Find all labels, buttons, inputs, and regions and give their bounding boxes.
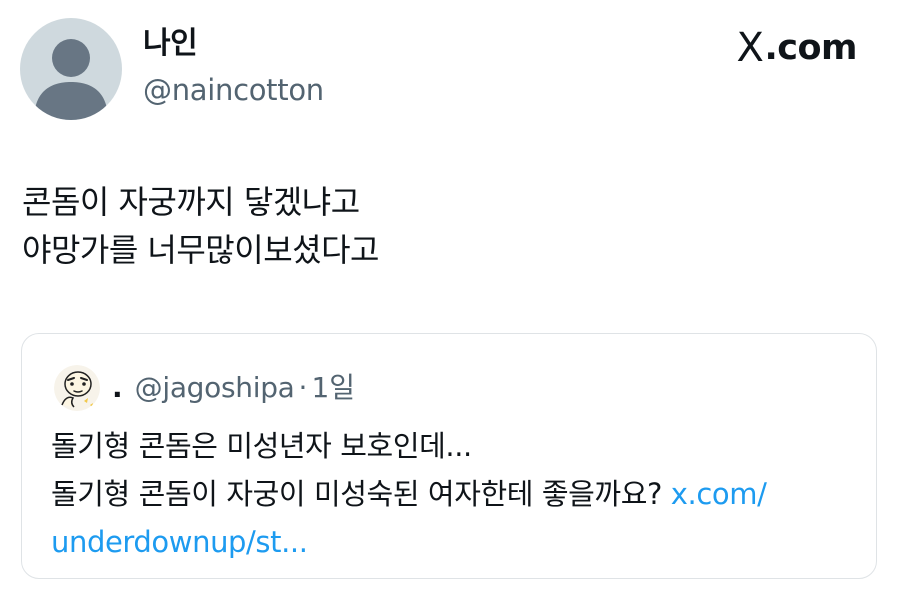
quote-author-handle[interactable]: @jagoshipa — [135, 364, 295, 412]
x-logo-icon: X .com — [736, 25, 858, 71]
separator-dot: · — [298, 371, 308, 404]
default-profile-icon — [34, 39, 108, 120]
cartoon-face-icon — [54, 365, 100, 411]
quote-header: . @jagoshipa · 1일 — [54, 364, 355, 412]
quote-line-text: 돌기형 콘돔이 자궁이 미성숙된 여자한테 좋을까요? — [51, 477, 671, 511]
quote-text: 돌기형 콘돔은 미성년자 보호인데... 돌기형 콘돔이 자궁이 미성숙된 여자… — [51, 422, 871, 566]
author-avatar[interactable] — [20, 18, 122, 120]
author-display-name[interactable]: 나인 — [143, 24, 198, 64]
quote-link[interactable]: x.com/ — [671, 477, 767, 511]
tweet-text: 콘돔이 자궁까지 닿겠냐고 야망가를 너무많이보셨다고 — [22, 178, 872, 274]
quote-line: 돌기형 콘돔이 자궁이 미성숙된 여자한테 좋을까요? x.com/ — [51, 470, 871, 518]
tweet-line: 야망가를 너무많이보셨다고 — [22, 231, 379, 269]
author-handle[interactable]: @naincotton — [143, 70, 324, 110]
quote-author-name[interactable]: . — [112, 364, 123, 412]
quote-avatar[interactable] — [54, 365, 100, 411]
quote-line: 돌기형 콘돔은 미성년자 보호인데... — [51, 429, 472, 463]
quote-tweet-card[interactable]: . @jagoshipa · 1일 돌기형 콘돔은 미성년자 보호인데... 돌… — [21, 333, 877, 579]
brand-x-glyph: X — [736, 25, 764, 71]
quote-timestamp[interactable]: 1일 — [311, 364, 355, 412]
tweet-line: 콘돔이 자궁까지 닿겠냐고 — [22, 183, 360, 221]
brand-label: .com — [764, 28, 857, 68]
quote-link-continued[interactable]: underdownup/st... — [51, 518, 871, 566]
